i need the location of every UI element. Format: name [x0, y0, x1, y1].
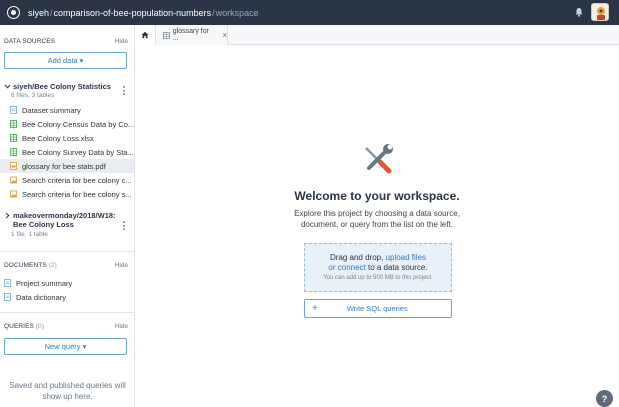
upload-files-link[interactable]: upload files — [386, 253, 426, 262]
document-row-project-summary[interactable]: Project summary — [0, 276, 134, 290]
document-name: Project summary — [16, 278, 73, 288]
data-sources-header: DATA SOURCES Hide — [4, 36, 128, 46]
pdf-icon — [10, 162, 17, 170]
file-name: Bee Colony Census Data by Co... — [22, 119, 134, 129]
queries-empty-message: Saved and published queries will show up… — [9, 381, 126, 401]
table-icon — [10, 148, 17, 156]
documents-count: (2) — [48, 261, 57, 269]
table-icon — [10, 120, 17, 128]
dataset-title-bee-colony-statistics[interactable]: siyeh/Bee Colony Statistics — [4, 82, 124, 91]
dataset-menu-kebab-icon[interactable] — [123, 86, 126, 97]
help-button[interactable]: ? — [596, 390, 613, 407]
doc-icon — [10, 106, 17, 114]
welcome-heading: Welcome to your workspace. — [294, 189, 460, 203]
tab-glossary-label: glossary for ... — [172, 28, 209, 42]
file-row-search-criteria-s[interactable]: Search criteria for bee colony s... — [0, 187, 134, 201]
sidebar: DATA SOURCES Hide Add data ▾ siyeh/Bee C… — [0, 25, 135, 407]
file-name: Bee Colony Loss.xlsx — [22, 133, 94, 143]
file-row-glossary-pdf[interactable]: glossary for bee stats.pdf — [0, 159, 134, 173]
doc-icon — [4, 279, 11, 287]
file-dropzone[interactable]: Drag and drop, upload files or connect t… — [304, 243, 452, 292]
dataset-meta: 1 file, 1 table — [11, 231, 48, 238]
queries-count: (0) — [35, 322, 45, 330]
top-navigation-bar: siyeh / comparison-of-bee-population-num… — [0, 0, 619, 25]
tab-bar: glossary for ... × — [135, 25, 619, 45]
new-query-button[interactable]: New query ▾ — [4, 338, 127, 355]
dataset-menu-kebab-icon[interactable] — [123, 221, 126, 232]
dataset-meta: 6 files, 3 tables — [11, 92, 55, 99]
divider — [0, 251, 134, 252]
wrench-screwdriver-icon — [365, 144, 393, 174]
write-sql-queries-label: Write SQL queries — [346, 304, 408, 313]
file-name: Dataset summary — [22, 105, 81, 115]
dataset-title-text: siyeh/Bee Colony Statistics — [13, 82, 111, 91]
table-icon — [163, 31, 170, 39]
documents-header: DOCUMENTS (2) Hide — [4, 260, 128, 270]
file-row-colony-loss-xlsx[interactable]: Bee Colony Loss.xlsx — [0, 131, 134, 145]
workspace-main: Welcome to your workspace. Explore this … — [135, 46, 619, 407]
data-sources-title: DATA SOURCES — [4, 37, 56, 45]
dataset-title-line1: makeovermonday/2018/W18: — [13, 211, 116, 220]
breadcrumb-section: workspace — [215, 7, 259, 18]
file-name: Search criteria for bee colony s... — [22, 189, 132, 199]
breadcrumb: siyeh / comparison-of-bee-population-num… — [28, 7, 259, 18]
image-icon — [10, 176, 17, 184]
queries-header: QUERIES (0) Hide — [4, 321, 128, 331]
write-sql-queries-button[interactable]: + Write SQL queries — [304, 299, 452, 318]
file-row-census-data[interactable]: Bee Colony Census Data by Co... — [0, 117, 134, 131]
breadcrumb-owner[interactable]: siyeh — [28, 8, 49, 18]
file-name: glossary for bee stats.pdf — [22, 161, 106, 171]
app-logo-icon[interactable] — [7, 6, 20, 19]
home-icon — [141, 31, 149, 39]
add-data-button[interactable]: Add data ▾ — [4, 52, 127, 69]
divider — [0, 312, 134, 313]
user-avatar[interactable] — [591, 3, 609, 21]
queries-hide-link[interactable]: Hide — [115, 323, 128, 330]
file-row-search-criteria-c[interactable]: Search criteria for bee colony c... — [0, 173, 134, 187]
tab-glossary[interactable]: glossary for ... × — [156, 25, 228, 45]
documents-title: DOCUMENTS — [4, 261, 47, 269]
chevron-right-icon — [5, 212, 10, 219]
notification-bell-icon[interactable] — [575, 7, 583, 17]
plus-icon: + — [312, 303, 318, 314]
tab-home[interactable] — [135, 25, 156, 45]
file-row-dataset-summary[interactable]: Dataset summary — [0, 103, 134, 117]
file-name: Search criteria for bee colony c... — [22, 175, 132, 185]
upload-limit-note: You can add up to 500 MB to this project… — [323, 275, 433, 281]
queries-title: QUERIES — [4, 322, 34, 330]
document-row-data-dictionary[interactable]: Data dictionary — [0, 290, 134, 304]
table-icon — [10, 134, 17, 142]
welcome-subtext: Explore this project by choosing a data … — [294, 209, 460, 229]
documents-hide-link[interactable]: Hide — [115, 262, 128, 269]
data-sources-hide-link[interactable]: Hide — [115, 38, 128, 45]
connect-link[interactable]: or connect — [328, 263, 365, 272]
close-tab-icon[interactable]: × — [222, 31, 227, 40]
doc-icon — [4, 293, 11, 301]
file-row-survey-data[interactable]: Bee Colony Survey Data by Sta... — [0, 145, 134, 159]
dataset-title-makeovermonday[interactable]: makeovermonday/2018/W18: Bee Colony Loss — [4, 211, 124, 229]
breadcrumb-project[interactable]: comparison-of-bee-population-numbers — [54, 8, 212, 18]
file-name: Bee Colony Survey Data by Sta... — [22, 147, 134, 157]
chevron-down-icon — [4, 84, 11, 89]
image-icon — [10, 190, 17, 198]
dataset-title-line2: Bee Colony Loss — [13, 220, 74, 229]
document-name: Data dictionary — [16, 292, 67, 302]
